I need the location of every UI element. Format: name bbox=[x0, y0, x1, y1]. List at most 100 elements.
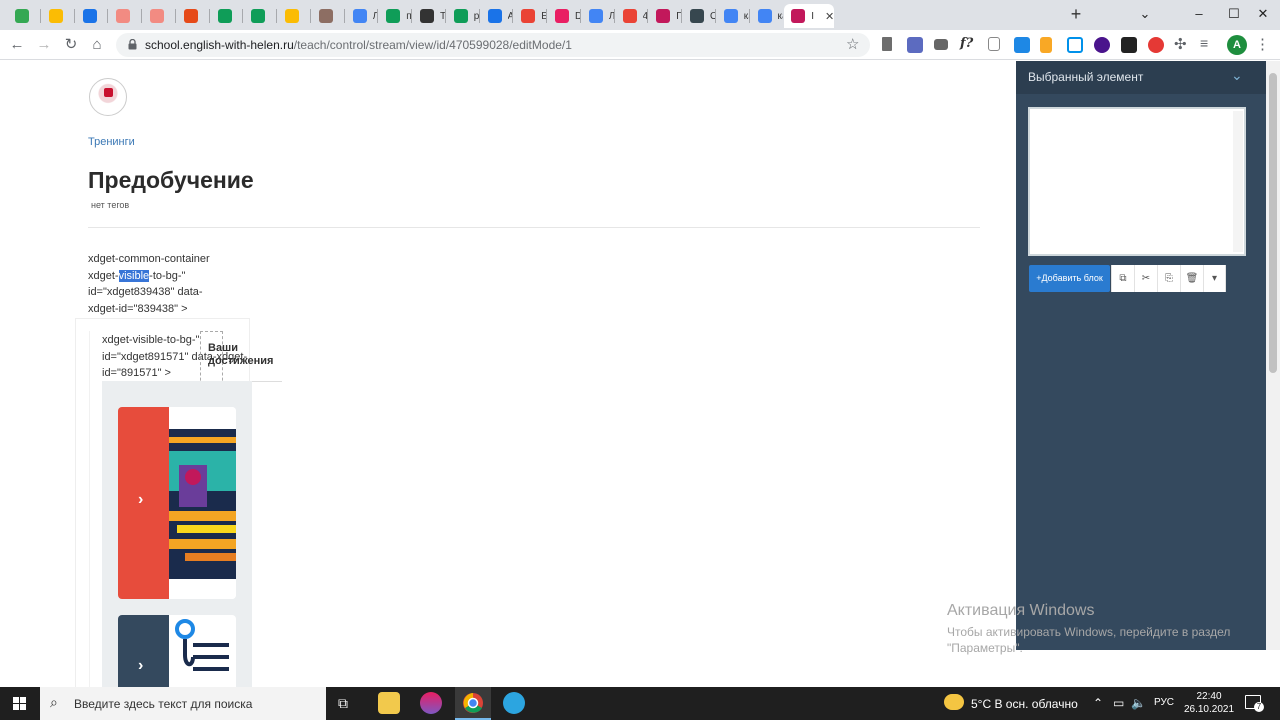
chrome-taskbar-button[interactable] bbox=[455, 687, 491, 720]
browser-tab[interactable]: пар bbox=[379, 4, 412, 28]
browser-tab[interactable]: I ✕ bbox=[784, 4, 835, 28]
scrollbar-thumb[interactable] bbox=[1269, 73, 1277, 373]
achievement-card[interactable]: › bbox=[118, 407, 236, 599]
file-explorer-icon[interactable] bbox=[378, 692, 400, 714]
hat-ext-icon[interactable] bbox=[1094, 37, 1110, 53]
clock[interactable]: 22:40 26.10.2021 bbox=[1179, 690, 1239, 716]
tab-separator bbox=[613, 9, 615, 23]
windows-start-icon[interactable] bbox=[0, 687, 40, 720]
browser-tab[interactable] bbox=[312, 4, 345, 28]
search-icon: ⌕ bbox=[50, 694, 58, 710]
tab-favicon-icon bbox=[251, 9, 266, 23]
language-indicator[interactable]: РУС bbox=[1154, 697, 1174, 708]
panel-header[interactable]: Выбранный элемент ⌄ bbox=[1016, 61, 1266, 94]
extensions-puzzle-icon[interactable]: ✣ bbox=[1174, 35, 1187, 53]
bookmark-star-icon[interactable]: ☆ bbox=[846, 35, 859, 53]
tab-search-button[interactable]: ⌄ bbox=[1122, 0, 1168, 30]
browser-tab[interactable]: Еле bbox=[514, 4, 547, 28]
home-button[interactable]: ⌂ bbox=[86, 34, 108, 56]
formula-ext-icon[interactable]: f? bbox=[960, 36, 973, 51]
browser-tab[interactable] bbox=[109, 4, 142, 28]
task-view-icon[interactable]: ⧉ bbox=[338, 695, 348, 712]
profile-avatar[interactable]: A bbox=[1227, 35, 1247, 55]
reading-list-icon[interactable]: ≡ bbox=[1200, 35, 1208, 51]
browser-tab[interactable]: как bbox=[751, 4, 783, 28]
browser-tab[interactable] bbox=[143, 4, 176, 28]
new-tab-button[interactable]: + bbox=[1066, 4, 1086, 24]
add-block-button[interactable]: +Добавить блок bbox=[1029, 265, 1110, 292]
volume-icon[interactable]: 🔈 bbox=[1131, 696, 1146, 710]
dropdown-icon[interactable]: ▾ bbox=[1203, 265, 1226, 292]
store-ext-icon[interactable] bbox=[1121, 37, 1137, 53]
panel-title: Выбранный элемент bbox=[1028, 70, 1144, 84]
tab-separator bbox=[276, 9, 277, 23]
download-ext-icon[interactable] bbox=[1014, 37, 1030, 53]
browser-tab[interactable]: 4 - В bbox=[616, 4, 648, 28]
notifications-icon[interactable]: 7 bbox=[1245, 695, 1264, 712]
browser-tab[interactable]: как bbox=[717, 4, 750, 28]
page-scrollbar[interactable] bbox=[1266, 61, 1280, 650]
network-icon[interactable]: ▭ bbox=[1113, 696, 1124, 710]
address-bar[interactable]: school.english-with-helen.ru/teach/contr… bbox=[116, 33, 870, 57]
cut-icon[interactable]: ✂ bbox=[1134, 265, 1157, 292]
browser-tab[interactable] bbox=[211, 4, 244, 28]
extension-icon[interactable] bbox=[907, 37, 923, 53]
breadcrumb-link[interactable]: Тренинги bbox=[88, 136, 135, 148]
paste-icon[interactable]: ⎘ bbox=[1157, 265, 1180, 292]
browser-tab[interactable]: рас bbox=[447, 4, 480, 28]
tab-favicon-icon bbox=[690, 9, 704, 23]
browser-tab[interactable] bbox=[278, 4, 311, 28]
forward-button[interactable]: → bbox=[33, 34, 55, 56]
tab-separator bbox=[208, 9, 210, 23]
element-textarea[interactable] bbox=[1028, 107, 1246, 256]
school-logo[interactable] bbox=[89, 78, 127, 116]
tray-chevron-icon[interactable]: ⌃ bbox=[1093, 696, 1103, 710]
close-tab-icon[interactable]: ✕ bbox=[825, 10, 834, 23]
browser-menu-icon[interactable]: ⋮ bbox=[1255, 35, 1270, 53]
textarea-scrollbar[interactable] bbox=[1233, 111, 1243, 252]
copy-icon[interactable]: ⧉ bbox=[1111, 265, 1134, 292]
code-fragment: xdget- bbox=[88, 269, 119, 282]
telegram-icon[interactable] bbox=[503, 692, 525, 714]
tab-favicon-icon bbox=[352, 9, 367, 23]
container-code-text[interactable]: xdget-common-container xdget-visible-to-… bbox=[88, 251, 210, 317]
browser-tab[interactable] bbox=[76, 4, 109, 28]
browser-tab[interactable] bbox=[42, 4, 75, 28]
achievement-card[interactable]: › bbox=[118, 615, 236, 687]
browser-tab[interactable]: Лог bbox=[582, 4, 615, 28]
browser-tab[interactable]: Адр bbox=[481, 4, 513, 28]
close-window-button[interactable]: ✕ bbox=[1246, 0, 1280, 30]
paint-app-icon[interactable] bbox=[420, 692, 442, 714]
browser-tab[interactable]: Tild bbox=[413, 4, 446, 28]
selected-text: visible bbox=[118, 269, 150, 282]
chevron-down-icon[interactable]: ⌄ bbox=[1231, 67, 1243, 84]
n-ext-icon[interactable] bbox=[1067, 37, 1083, 53]
trash-icon[interactable]: 🗑 bbox=[1180, 265, 1203, 292]
reload-button[interactable]: ↻ bbox=[60, 34, 82, 56]
info-ext-icon[interactable] bbox=[988, 37, 1000, 51]
chevron-right-icon[interactable]: › bbox=[138, 491, 143, 509]
code-line: id="xdget839438" data- bbox=[88, 286, 203, 298]
chrome-icon bbox=[463, 693, 483, 713]
browser-tab[interactable]: Пре bbox=[649, 4, 682, 28]
camera-ext-icon[interactable] bbox=[934, 39, 948, 50]
tab-separator bbox=[647, 9, 649, 23]
browser-tab[interactable]: Лен bbox=[346, 4, 378, 28]
browser-tab[interactable]: DNS bbox=[548, 4, 581, 28]
key-ext-icon[interactable] bbox=[1040, 37, 1052, 53]
eyedropper-ext-icon[interactable] bbox=[882, 37, 892, 51]
weather-text[interactable]: 5°C В осн. облачно bbox=[971, 697, 1078, 711]
browser-tab[interactable] bbox=[177, 4, 210, 28]
achievements-heading[interactable]: Ваши достижения bbox=[208, 342, 273, 368]
tab-separator bbox=[377, 9, 379, 23]
activation-watermark-text: Чтобы активировать Windows, перейдите в … bbox=[947, 624, 1230, 656]
weather-icon[interactable] bbox=[944, 694, 964, 710]
selected-element-panel: Выбранный элемент ⌄ +Добавить блок ⧉ ✂ ⎘… bbox=[1016, 61, 1266, 650]
browser-tab[interactable] bbox=[244, 4, 277, 28]
opera-ext-icon[interactable] bbox=[1148, 37, 1164, 53]
back-button[interactable]: ← bbox=[6, 34, 28, 56]
chevron-right-icon[interactable]: › bbox=[138, 657, 143, 675]
browser-tab[interactable]: Отк bbox=[683, 4, 716, 28]
browser-tab[interactable] bbox=[8, 4, 41, 28]
taskbar-search-box[interactable]: ⌕ Введите здесь текст для поиска bbox=[40, 687, 326, 720]
